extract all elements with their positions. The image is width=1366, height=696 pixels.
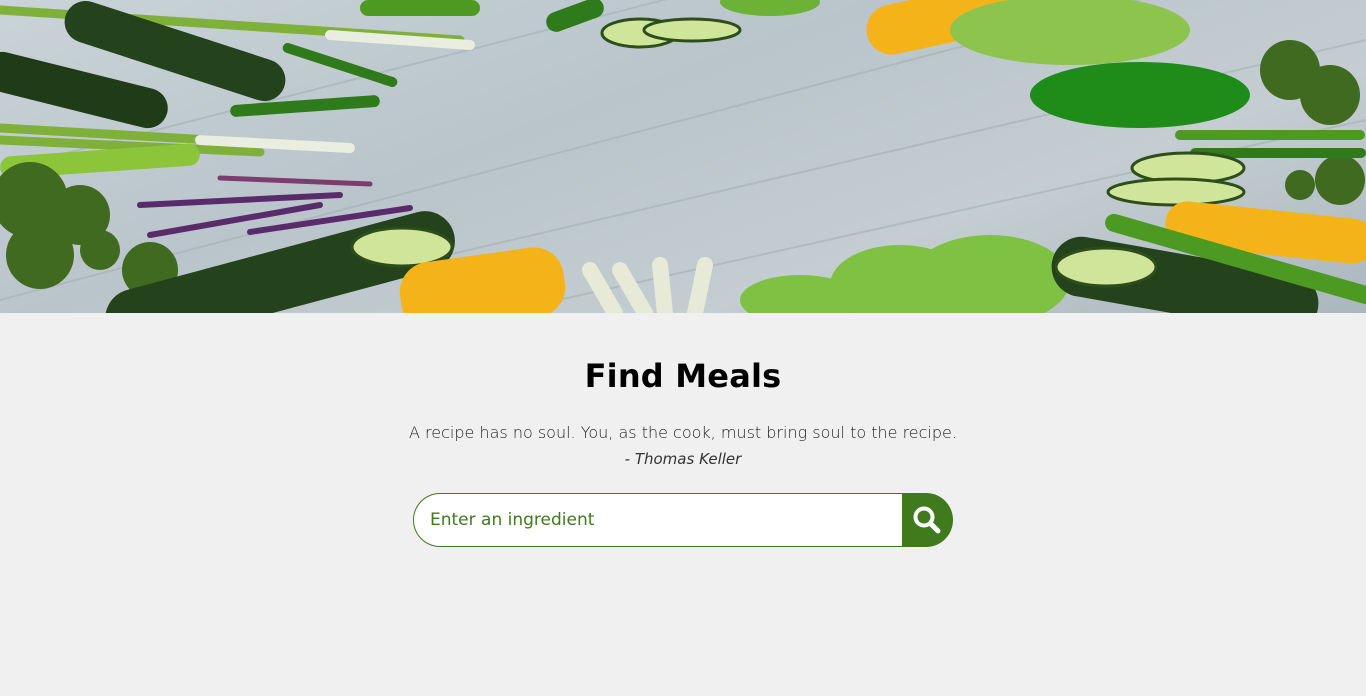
find-meals-section: Find Meals A recipe has no soul. You, as… — [0, 313, 1366, 696]
quote-author: - Thomas Keller — [624, 450, 742, 468]
search-icon — [913, 506, 941, 534]
hero-image — [0, 0, 1366, 313]
search-button[interactable] — [902, 493, 953, 547]
page-title: Find Meals — [584, 357, 782, 395]
search-bar — [413, 493, 953, 547]
ingredient-search-input[interactable] — [413, 493, 902, 547]
vegetables-illustration — [0, 0, 1366, 313]
quote-text: A recipe has no soul. You, as the cook, … — [409, 423, 957, 442]
